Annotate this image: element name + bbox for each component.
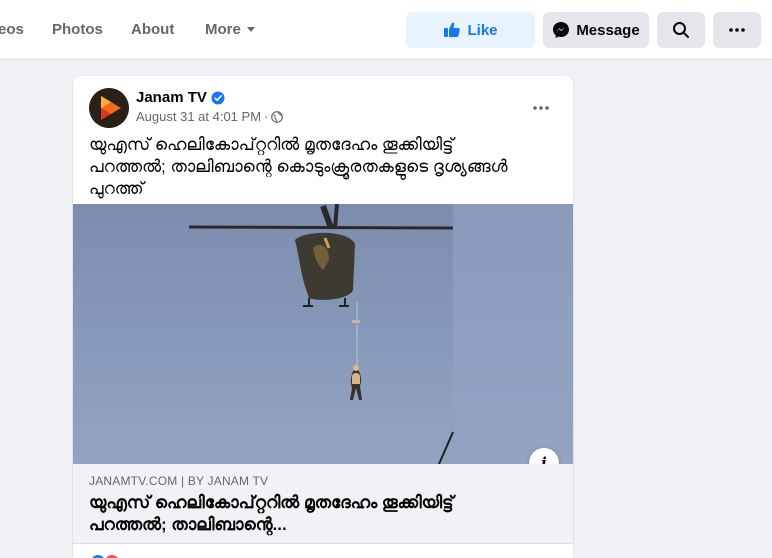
meta-separator: · — [264, 109, 269, 124]
post-timestamp[interactable]: August 31 at 4:01 PM — [136, 109, 261, 124]
post-card: Janam TV August 31 at 4:01 PM · യുഎസ് ഹെ… — [73, 76, 573, 558]
helicopter-photo — [188, 204, 573, 464]
tab-photos[interactable]: Photos — [52, 0, 103, 60]
page-name-text: Janam TV — [136, 89, 207, 106]
link-domain: JANAMTV.COM | BY JANAM TV — [89, 474, 269, 488]
message-button-label: Message — [576, 21, 640, 39]
caret-down-icon — [246, 26, 255, 32]
post-options-button[interactable] — [525, 92, 557, 124]
reaction-icons[interactable] — [89, 553, 121, 558]
tab-more-label: More — [205, 21, 241, 38]
like-button-label: Like — [467, 21, 498, 39]
love-reaction-icon — [103, 553, 121, 558]
like-page-button[interactable]: Like — [406, 12, 535, 48]
page-avatar[interactable] — [89, 88, 129, 128]
search-icon — [673, 22, 689, 38]
thumbs-up-icon — [444, 22, 461, 37]
link-preview[interactable]: JANAMTV.COM | BY JANAM TV യുഎസ് ഹെലികോപ്… — [73, 464, 573, 544]
tab-more[interactable]: More — [205, 0, 255, 60]
tab-about[interactable]: About — [131, 0, 174, 60]
more-dots-icon — [533, 106, 549, 110]
janam-logo-icon — [89, 88, 129, 128]
post-text: യുഎസ് ഹെലികോപ്റ്ററില്‍ മൃതദേഹം തൂക്കിയിട… — [89, 135, 508, 198]
more-dots-icon — [729, 28, 745, 32]
post-meta: August 31 at 4:01 PM · — [136, 109, 284, 124]
globe-icon — [271, 110, 284, 123]
more-options-button[interactable] — [713, 12, 761, 48]
messenger-icon — [553, 22, 570, 38]
post-image[interactable] — [73, 204, 573, 464]
search-button[interactable] — [657, 12, 705, 48]
message-button[interactable]: Message — [543, 12, 649, 48]
verified-badge-icon — [211, 91, 225, 104]
link-title: യുഎസ് ഹെലികോപ്റ്ററില്‍ മൃതദേഹം തൂക്കിയിട… — [89, 493, 454, 534]
post-author[interactable]: Janam TV — [136, 89, 225, 106]
tab-videos[interactable]: eos — [0, 0, 24, 60]
page-header-bar: eos Photos About More Like Message — [0, 0, 772, 60]
